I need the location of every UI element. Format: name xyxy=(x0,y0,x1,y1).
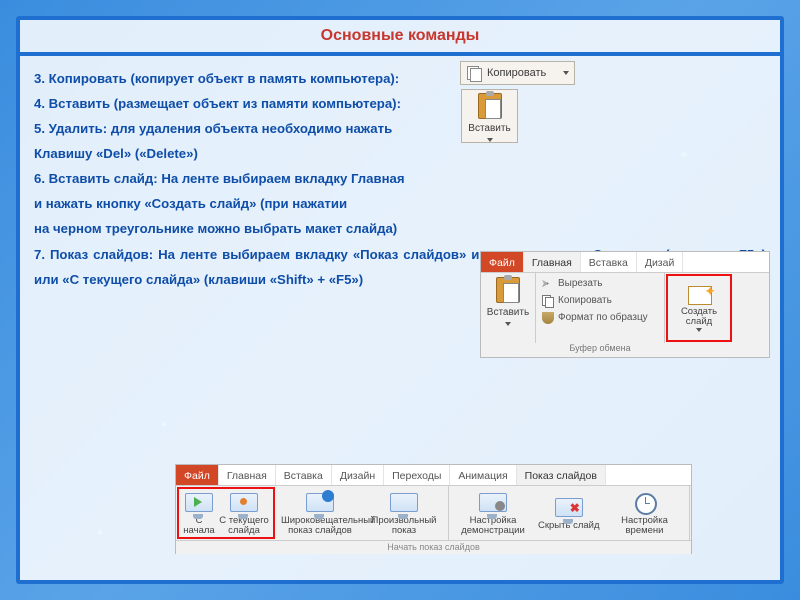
setup-show-icon xyxy=(479,493,507,515)
from-beginning-icon xyxy=(185,493,213,515)
tab-insert: Вставка xyxy=(276,465,332,485)
tab-slideshow: Показ слайдов xyxy=(517,465,606,485)
line-6b: и нажать кнопку «Создать слайд» (при наж… xyxy=(34,191,766,216)
copy-item: Копировать xyxy=(540,292,612,309)
tab-animation: Анимация xyxy=(450,465,516,485)
chevron-down-icon xyxy=(563,71,569,75)
content-frame: Основные команды 3. Копировать (копирует… xyxy=(16,16,784,584)
new-slide-caption: Создать слайд xyxy=(672,307,726,327)
tab-insert: Вставка xyxy=(581,252,637,272)
scissors-icon xyxy=(542,278,554,290)
ribbon-home-example: Файл Главная Вставка Дизай Вставить Выре… xyxy=(480,251,770,358)
new-slide-button: ✦ Создать слайд xyxy=(666,274,732,342)
tab-file: Файл xyxy=(481,252,524,272)
group-label: Буфер обмена xyxy=(536,340,664,357)
line-4: 4. Вставить (размещает объект из памяти … xyxy=(34,91,766,116)
line-5: 5. Удалить: для удаления объекта необход… xyxy=(34,116,766,141)
line-6: 6. Вставить слайд: На ленте выбираем вкл… xyxy=(34,166,766,191)
content-body: 3. Копировать (копирует объект в память … xyxy=(20,56,780,302)
copy-label: Копировать xyxy=(487,63,546,84)
ribbon-tabs: Файл Главная Вставка Дизайн Переходы Ани… xyxy=(176,465,691,486)
clipboard-icon xyxy=(478,93,502,119)
brush-icon xyxy=(542,312,554,324)
chevron-down-icon xyxy=(487,138,493,142)
tab-design: Дизай xyxy=(637,252,684,272)
paste-caption: Вставить xyxy=(486,303,530,322)
paste-label: Вставить xyxy=(462,119,517,138)
ribbon-slideshow-example: Файл Главная Вставка Дизайн Переходы Ани… xyxy=(175,464,692,554)
cut-item: Вырезать xyxy=(540,275,602,292)
group-footer: Начать показ слайдов xyxy=(176,540,691,554)
copy-icon xyxy=(542,295,554,307)
paste-button-example: Вставить xyxy=(461,89,518,143)
line-3: 3. Копировать (копирует объект в память … xyxy=(34,66,766,91)
copy-button-example: Копировать xyxy=(460,61,575,85)
tab-home: Главная xyxy=(524,252,581,272)
start-show-group: С начала С текущего слайда xyxy=(177,487,275,539)
ribbon-tabs: Файл Главная Вставка Дизай xyxy=(481,252,769,273)
line-5b: Клавишу «Del» («Delete») xyxy=(34,141,766,166)
rehearse-timings-icon xyxy=(631,493,659,515)
paste-button: Вставить xyxy=(486,275,530,326)
new-slide-icon: ✦ xyxy=(684,280,714,306)
rehearse-timings-caption: Настройка времени xyxy=(606,516,684,536)
format-item: Формат по образцу xyxy=(540,309,648,326)
from-current-icon xyxy=(230,493,258,515)
tab-file: Файл xyxy=(176,465,219,485)
hide-slide-icon: ✖ xyxy=(555,498,583,520)
tab-home: Главная xyxy=(219,465,276,485)
tab-transitions: Переходы xyxy=(384,465,450,485)
tab-design: Дизайн xyxy=(332,465,384,485)
page-title: Основные команды xyxy=(20,20,780,56)
custom-show-icon xyxy=(390,493,418,515)
broadcast-icon xyxy=(306,493,334,515)
copy-icon xyxy=(465,64,483,82)
line-6c: на черном треугольнике можно выбрать мак… xyxy=(34,216,766,241)
